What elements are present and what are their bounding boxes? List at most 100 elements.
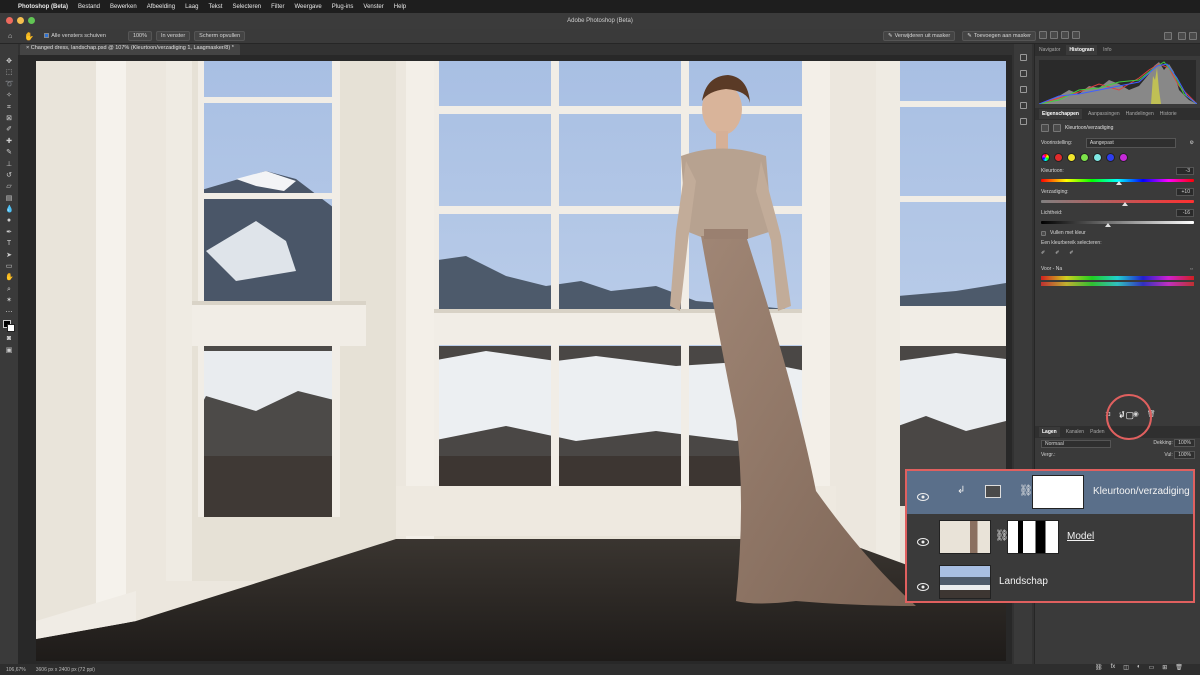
home-icon[interactable]: ⌂ — [8, 33, 12, 40]
color-swatches-icon[interactable] — [3, 319, 15, 332]
tab-paths[interactable]: Paden — [1090, 429, 1104, 435]
layer-row-model[interactable]: ⛓ Model — [907, 516, 1193, 559]
eyedropper-tool-icon[interactable]: ✐ — [5, 126, 13, 134]
menu-item-tekst[interactable]: Tekst — [208, 4, 222, 10]
fx-icon[interactable]: fx — [1111, 664, 1116, 671]
greens-swatch[interactable] — [1080, 153, 1089, 162]
history-brush-tool-icon[interactable]: ↺ — [5, 172, 13, 180]
adjustments-icon[interactable] — [1019, 102, 1027, 109]
blend-mode-select[interactable]: Normaal — [1041, 440, 1111, 448]
eyedropper-icon[interactable]: ✐ — [1041, 250, 1045, 256]
workspace-icon[interactable] — [1189, 32, 1197, 40]
fill-screen-button[interactable]: Scherm opvullen — [194, 31, 246, 41]
layer-name[interactable]: Landschap — [999, 576, 1048, 587]
crop-tool-icon[interactable]: ⌗ — [5, 104, 13, 112]
lightness-slider-handle[interactable] — [1105, 223, 1112, 227]
menu-item-afbeelding[interactable]: Afbeelding — [147, 4, 175, 10]
libraries-icon[interactable] — [1019, 70, 1027, 77]
document-tab[interactable]: × Changed dress, landschap.psd @ 107% (K… — [20, 44, 240, 55]
eye-icon[interactable] — [917, 533, 929, 546]
preset-options-icon[interactable]: ⚙ — [1190, 140, 1194, 146]
mask-option-1-icon[interactable] — [1039, 31, 1047, 39]
menu-item-laag[interactable]: Laag — [185, 4, 198, 10]
type-tool-icon[interactable]: T — [5, 240, 13, 248]
tab-navigator[interactable]: Navigator — [1039, 47, 1060, 53]
menu-item-venster[interactable]: Venster — [363, 4, 383, 10]
eyedropper-plus-icon[interactable]: ✐ — [1055, 250, 1059, 256]
saturation-slider[interactable] — [1041, 200, 1194, 206]
delete-layer-icon[interactable]: 🗑 — [1175, 664, 1183, 671]
document-canvas[interactable] — [36, 61, 1006, 661]
colorize-checkbox[interactable] — [1041, 230, 1046, 236]
preset-select[interactable]: Aangepast — [1085, 138, 1176, 148]
screen-mode-icon[interactable]: ▣ — [5, 347, 13, 355]
eye-icon[interactable] — [917, 578, 929, 591]
menu-item-filter[interactable]: Filter — [271, 4, 284, 10]
eye-icon[interactable] — [917, 488, 929, 501]
tab-adjustments[interactable]: Aanpassingen — [1088, 111, 1120, 117]
chain-link-icon[interactable]: ⛓ — [1019, 484, 1033, 497]
saturation-slider-handle[interactable] — [1122, 202, 1129, 206]
frame-tool-icon[interactable]: ⊠ — [5, 115, 13, 123]
new-group-icon[interactable]: ▭ — [1149, 664, 1155, 671]
master-color-swatch[interactable] — [1041, 153, 1050, 162]
minimize-window-button[interactable] — [17, 17, 24, 24]
tab-channels[interactable]: Kanalen — [1066, 429, 1084, 435]
saturation-value-field[interactable]: +10 — [1176, 188, 1194, 196]
lightness-slider[interactable] — [1041, 221, 1194, 227]
remove-from-mask-button[interactable]: ✎ Verwijderen uit masker — [882, 31, 956, 41]
layer-row-hue-saturation[interactable]: ↲ ⛓ Kleurtoon/verzadiging — [907, 471, 1193, 514]
hand-tool-icon[interactable]: ✋ — [24, 32, 34, 41]
eraser-tool-icon[interactable]: ▱ — [5, 183, 13, 191]
mask-option-2-icon[interactable] — [1050, 31, 1058, 39]
mask-icon[interactable] — [1053, 124, 1061, 132]
menu-item-bewerken[interactable]: Bewerken — [110, 4, 137, 10]
range-icon[interactable]: ⇔ — [1189, 266, 1194, 272]
add-mask-icon[interactable]: ◫ — [1123, 664, 1129, 671]
new-layer-icon[interactable]: ⊞ — [1162, 664, 1167, 671]
tab-properties[interactable]: Eigenschappen — [1039, 109, 1082, 119]
add-to-mask-button[interactable]: ✎ Toevoegen aan masker — [962, 31, 1036, 41]
fit-window-button[interactable]: In venster — [156, 31, 191, 41]
healing-tool-icon[interactable]: ✚ — [5, 138, 13, 146]
shape-tool-icon[interactable]: ▭ — [5, 263, 13, 271]
gradient-tool-icon[interactable]: ▤ — [5, 195, 13, 203]
pen-tool-icon[interactable]: ✒ — [5, 229, 13, 237]
menu-app-name[interactable]: Photoshop (Beta) — [18, 4, 68, 10]
brush-tool-icon[interactable]: ✎ — [5, 149, 13, 157]
new-adjustment-icon[interactable]: ◐ — [1137, 664, 1141, 671]
dodge-tool-icon[interactable]: ● — [5, 217, 13, 225]
magentas-swatch[interactable] — [1119, 153, 1128, 162]
quick-select-tool-icon[interactable]: ✧ — [5, 92, 13, 100]
hue-slider[interactable] — [1041, 179, 1194, 185]
hue-value-field[interactable]: -3 — [1176, 167, 1194, 175]
layer-row-landscape[interactable]: Landschap — [907, 561, 1193, 604]
layer-name[interactable]: Kleurtoon/verzadiging — [1093, 486, 1190, 497]
move-tool-icon[interactable]: ✥ — [5, 58, 13, 66]
layer-mask-thumbnail[interactable] — [1007, 520, 1059, 554]
ai-tool-icon[interactable]: ✶ — [5, 297, 13, 305]
menu-item-selecteren[interactable]: Selecteren — [232, 4, 261, 10]
tab-actions[interactable]: Handelingen — [1126, 111, 1154, 117]
scroll-all-checkbox[interactable]: Alle vensters schuiven — [44, 33, 106, 39]
blues-swatch[interactable] — [1106, 153, 1115, 162]
layer-name[interactable]: Model — [1067, 531, 1094, 542]
more-tools-icon[interactable]: ⋯ — [5, 309, 13, 317]
link-layers-icon[interactable]: ⛓ — [1095, 664, 1103, 671]
zoom-tool-icon[interactable]: ⌕ — [5, 286, 13, 294]
hand-tool-icon[interactable]: ✋ — [5, 274, 14, 282]
tab-info[interactable]: Info — [1103, 47, 1111, 53]
paragraph-icon[interactable] — [1019, 86, 1027, 93]
share-icon[interactable] — [1164, 32, 1172, 40]
menu-item-bestand[interactable]: Bestand — [78, 4, 100, 10]
layer-thumbnail[interactable] — [939, 520, 991, 554]
menu-item-weergave[interactable]: Weergave — [294, 4, 321, 10]
tab-histogram[interactable]: Histogram — [1066, 45, 1098, 55]
path-select-tool-icon[interactable]: ➤ — [5, 252, 13, 260]
lightness-value-field[interactable]: -16 — [1176, 209, 1194, 217]
mask-option-4-icon[interactable] — [1072, 31, 1080, 39]
yellows-swatch[interactable] — [1067, 153, 1076, 162]
close-window-button[interactable] — [6, 17, 13, 24]
zoom-level[interactable]: 106,67% — [6, 667, 26, 673]
lasso-tool-icon[interactable]: ➰ — [5, 81, 14, 89]
